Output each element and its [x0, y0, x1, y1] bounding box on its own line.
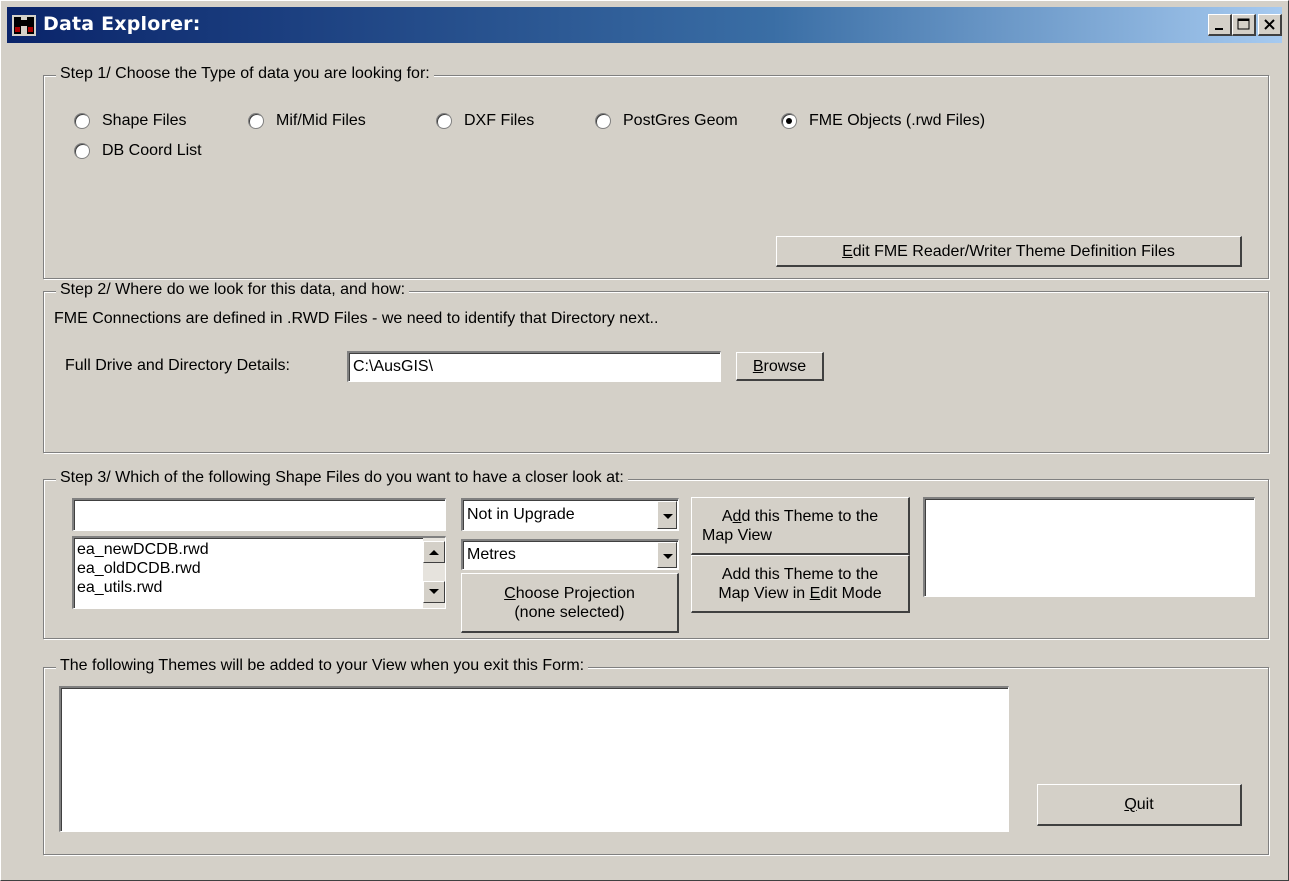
radio-button[interactable]: [74, 113, 90, 129]
select-value: Not in Upgrade: [467, 506, 575, 523]
title-bar[interactable]: Data Explorer:: [7, 7, 1282, 43]
button-label-line2: Map View in Edit Mode: [718, 584, 882, 602]
dropdown-button[interactable]: [657, 501, 677, 529]
radio-label: DB Coord List: [102, 142, 202, 159]
file-filter-input[interactable]: [72, 498, 446, 531]
quit-button[interactable]: Quit: [1037, 784, 1242, 826]
radio-shape-files[interactable]: Shape Files: [74, 112, 187, 130]
button-label: Edit FME Reader/Writer Theme Definition …: [842, 242, 1175, 260]
file-listbox[interactable]: ea_newDCDB.rwd ea_oldDCDB.rwd ea_utils.r…: [72, 536, 446, 609]
close-icon: [1264, 19, 1275, 30]
radio-mif-mid-files[interactable]: Mif/Mid Files: [248, 112, 366, 130]
close-button[interactable]: [1258, 14, 1282, 36]
radio-button[interactable]: [436, 113, 452, 129]
step2-group: Step 2/ Where do we look for this data, …: [43, 281, 1269, 453]
add-theme-edit-mode-button[interactable]: Add this Theme to the Map View in Edit M…: [691, 555, 910, 613]
step2-description: FME Connections are defined in .RWD File…: [54, 310, 659, 327]
step4-group: The following Themes will be added to yo…: [43, 657, 1269, 855]
step3-legend: Step 3/ Which of the following Shape Fil…: [56, 469, 628, 487]
radio-label: DXF Files: [464, 112, 535, 129]
button-label: Browse: [752, 357, 807, 375]
select-value: Metres: [467, 546, 516, 563]
minimize-icon: [1215, 28, 1223, 30]
step1-group: Step 1/ Choose the Type of data you are …: [43, 65, 1269, 279]
binoculars-icon: [11, 13, 37, 37]
arrow-down-icon: [429, 589, 439, 594]
selected-theme-box[interactable]: [923, 497, 1255, 597]
listbox-scrollbar[interactable]: [423, 538, 445, 608]
list-item[interactable]: ea_utils.rwd: [77, 578, 445, 597]
button-label: Quit: [1124, 796, 1154, 813]
radio-label: PostGres Geom: [623, 112, 738, 129]
button-label-line2: Map View: [702, 526, 772, 544]
directory-value: C:\AusGIS\: [353, 358, 434, 375]
browse-button[interactable]: Browse: [736, 352, 824, 381]
list-item[interactable]: ea_oldDCDB.rwd: [77, 559, 445, 578]
directory-input[interactable]: C:\AusGIS\: [347, 351, 721, 382]
chevron-down-icon: [663, 514, 673, 519]
radio-button[interactable]: [781, 113, 797, 129]
maximize-button[interactable]: [1232, 14, 1256, 36]
projection-status: (none selected): [514, 603, 625, 621]
dropdown-button[interactable]: [657, 542, 677, 568]
radio-label: Shape Files: [102, 112, 187, 129]
step4-legend: The following Themes will be added to yo…: [56, 657, 589, 675]
units-select[interactable]: Metres: [461, 539, 679, 570]
radio-label: Mif/Mid Files: [276, 112, 366, 129]
button-label-line1: Add this Theme to the: [721, 565, 879, 583]
radio-dxf-files[interactable]: DXF Files: [436, 112, 534, 130]
step3-group: Step 3/ Which of the following Shape Fil…: [43, 469, 1269, 639]
upgrade-select[interactable]: Not in Upgrade: [461, 498, 679, 531]
radio-db-coord-list[interactable]: DB Coord List: [74, 142, 202, 160]
scroll-down-button[interactable]: [423, 581, 445, 603]
radio-button[interactable]: [74, 143, 90, 159]
radio-label: FME Objects (.rwd Files): [809, 112, 986, 129]
radio-button[interactable]: [595, 113, 611, 129]
button-label-line1: Add this Theme to the: [721, 507, 879, 525]
radio-button[interactable]: [248, 113, 264, 129]
radio-postgres-geom[interactable]: PostGres Geom: [595, 112, 738, 130]
edit-fme-theme-definitions-button[interactable]: Edit FME Reader/Writer Theme Definition …: [776, 236, 1242, 267]
minimize-button[interactable]: [1208, 14, 1232, 36]
window-title: Data Explorer:: [43, 13, 201, 35]
step2-legend: Step 2/ Where do we look for this data, …: [56, 281, 410, 299]
data-explorer-window: Data Explorer: Step 1/ Choose the Type o…: [0, 0, 1289, 881]
button-label: Choose Projection: [504, 584, 635, 602]
chevron-down-icon: [663, 554, 673, 559]
list-item[interactable]: ea_newDCDB.rwd: [77, 540, 445, 559]
directory-label: Full Drive and Directory Details:: [65, 357, 290, 374]
radio-fme-objects[interactable]: FME Objects (.rwd Files): [781, 112, 985, 130]
choose-projection-button[interactable]: Choose Projection (none selected): [461, 573, 679, 633]
add-theme-to-map-view-button[interactable]: Add this Theme to the Map View: [691, 497, 910, 555]
themes-to-add-list[interactable]: [59, 686, 1009, 832]
step1-legend: Step 1/ Choose the Type of data you are …: [56, 65, 434, 83]
maximize-icon: [1237, 18, 1250, 30]
arrow-up-icon: [429, 550, 439, 555]
scroll-up-button[interactable]: [423, 541, 445, 563]
